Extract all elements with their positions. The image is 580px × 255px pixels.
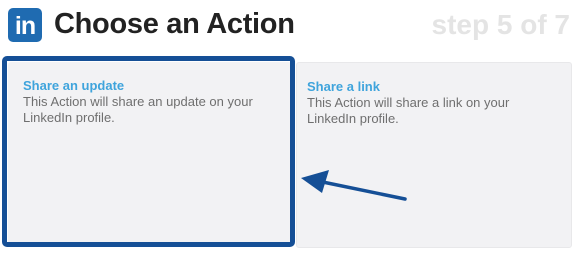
page-title: Choose an Action [54, 8, 295, 40]
step-indicator: step 5 of 7 [431, 9, 570, 40]
action-card-share-link[interactable]: Share a link This Action will share a li… [296, 62, 572, 248]
arrow-left-icon [301, 170, 407, 201]
linkedin-logo-icon: in [8, 8, 42, 42]
action-card-share-update[interactable]: Share an update This Action will share a… [8, 62, 292, 244]
action-card-description: This Action will share an update on your… [23, 94, 253, 125]
action-card-title[interactable]: Share a link [307, 79, 380, 94]
action-card-description: This Action will share a link on your Li… [307, 95, 510, 126]
choose-action-panel: in Choose an Action step 5 of 7 Share an… [0, 0, 580, 255]
linkedin-logo-text: in [14, 12, 36, 40]
action-card-title[interactable]: Share an update [23, 78, 124, 93]
